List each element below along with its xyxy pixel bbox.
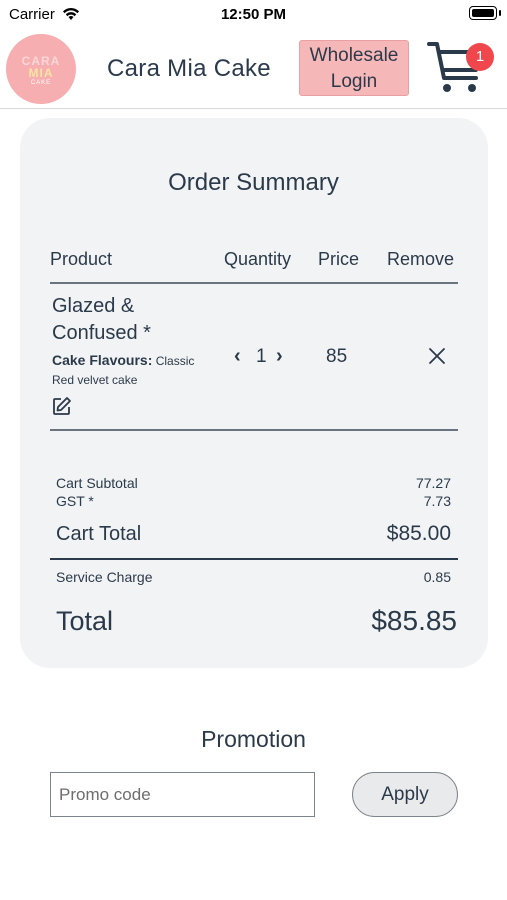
total-value: $85.85	[371, 605, 457, 636]
cart-total-value: $85.00	[386, 522, 451, 545]
apply-promo-button[interactable]: Apply	[352, 772, 458, 817]
remove-item-icon[interactable]	[427, 346, 447, 366]
wholesale-login-button[interactable]: Wholesale Login	[299, 40, 409, 96]
brand-name: Cara Mia Cake	[107, 55, 271, 82]
subtotal-value: 77.27	[415, 475, 451, 491]
header-divider	[0, 108, 507, 109]
logo-text-line3: CAKE	[30, 80, 52, 86]
service-charge-label: Service Charge	[56, 569, 153, 585]
column-header-quantity: Quantity	[224, 249, 292, 269]
column-header-product: Product	[50, 249, 113, 269]
cart-total-divider	[50, 558, 458, 560]
table-header-divider	[50, 282, 458, 284]
promotion-title: Promotion	[201, 726, 306, 752]
cart-count-badge: 1	[466, 43, 494, 71]
brand-logo[interactable]: CARA MIA CAKE	[6, 34, 76, 104]
item-divider	[50, 429, 458, 431]
flavour-label: Cake Flavours:	[52, 352, 153, 368]
status-bar: Carrier 12:50 PM	[0, 0, 507, 30]
quantity-increase-button[interactable]: ›	[276, 345, 283, 368]
gst-label: GST *	[56, 493, 94, 509]
wholesale-login-line1: Wholesale	[309, 45, 399, 66]
wholesale-login-line2: Login	[330, 71, 378, 92]
quantity-value: 1	[256, 346, 267, 367]
order-summary-card	[20, 118, 488, 668]
product-flavour: Cake Flavours: Classic Red velvet cake	[52, 351, 212, 390]
promo-code-input[interactable]	[50, 772, 315, 817]
cart-total-label: Cart Total	[56, 523, 142, 545]
battery-icon	[469, 6, 501, 20]
quantity-decrease-button[interactable]: ‹	[234, 345, 241, 368]
edit-icon[interactable]	[52, 396, 72, 416]
item-price: 85	[326, 346, 348, 367]
logo-text-line2: MIA	[28, 66, 54, 80]
column-header-remove: Remove	[387, 249, 455, 269]
subtotal-label: Cart Subtotal	[56, 475, 138, 491]
gst-value: 7.73	[423, 493, 451, 509]
order-summary-title: Order Summary	[168, 169, 339, 196]
service-charge-value: 0.85	[423, 569, 451, 585]
clock: 12:50 PM	[220, 6, 287, 23]
product-name: Glazed & Confused *	[52, 295, 151, 344]
column-header-price: Price	[318, 249, 360, 269]
total-label: Total	[56, 606, 114, 636]
